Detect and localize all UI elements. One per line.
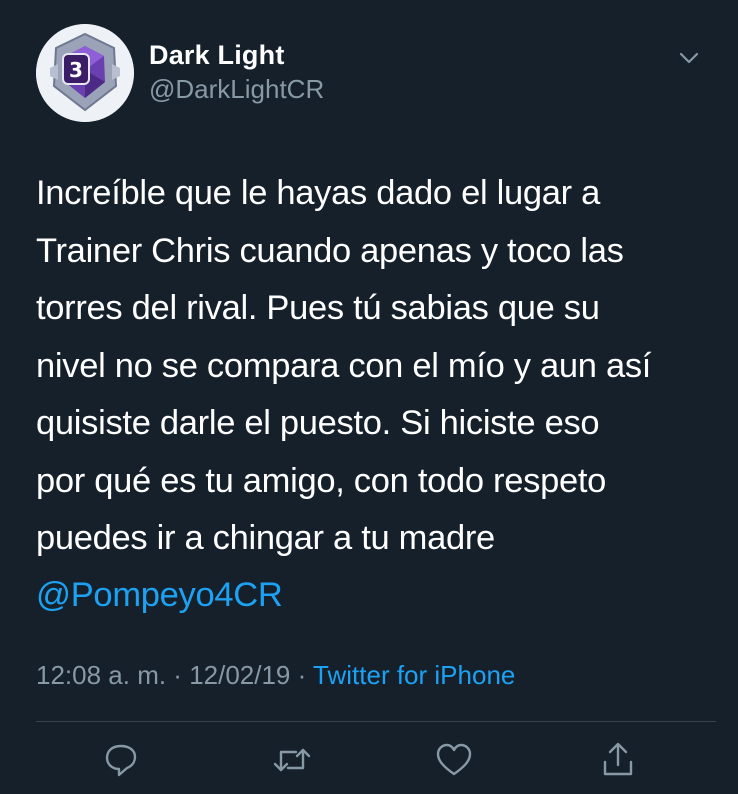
share-icon (603, 742, 633, 776)
chevron-down-icon[interactable] (676, 48, 702, 68)
tweet-time[interactable]: 12:08 a. m. (36, 660, 166, 690)
tweet-header: 3 Dark Light @DarkLightCR (36, 24, 702, 124)
reply-icon (105, 744, 137, 777)
mention-link[interactable]: @Pompeyo4CR (36, 567, 283, 625)
meta-separator: · (290, 660, 314, 690)
action-bar (0, 740, 738, 784)
share-button[interactable] (600, 740, 636, 780)
like-button[interactable] (434, 740, 474, 780)
tweet-card: 3 Dark Light @DarkLightCR Increíble que … (0, 0, 738, 794)
tweet-text: Increíble que le hayas dado el lugar a T… (36, 174, 652, 557)
tweet-date[interactable]: 12/02/19 (189, 660, 290, 690)
tweet-source[interactable]: Twitter for iPhone (313, 660, 515, 690)
avatar[interactable]: 3 (36, 24, 134, 122)
display-name[interactable]: Dark Light (149, 40, 324, 70)
meta-separator: · (166, 660, 190, 690)
retweet-icon (273, 748, 311, 772)
league-badge-icon: 3 (36, 24, 134, 122)
user-handle[interactable]: @DarkLightCR (149, 74, 324, 104)
user-names: Dark Light @DarkLightCR (149, 40, 324, 104)
heart-icon (436, 743, 472, 776)
tweet-meta: 12:08 a. m. · 12/02/19 · Twitter for iPh… (36, 658, 515, 692)
divider (36, 721, 716, 722)
avatar-badge-number: 3 (69, 58, 83, 82)
retweet-button[interactable] (270, 740, 314, 780)
reply-button[interactable] (103, 740, 139, 780)
